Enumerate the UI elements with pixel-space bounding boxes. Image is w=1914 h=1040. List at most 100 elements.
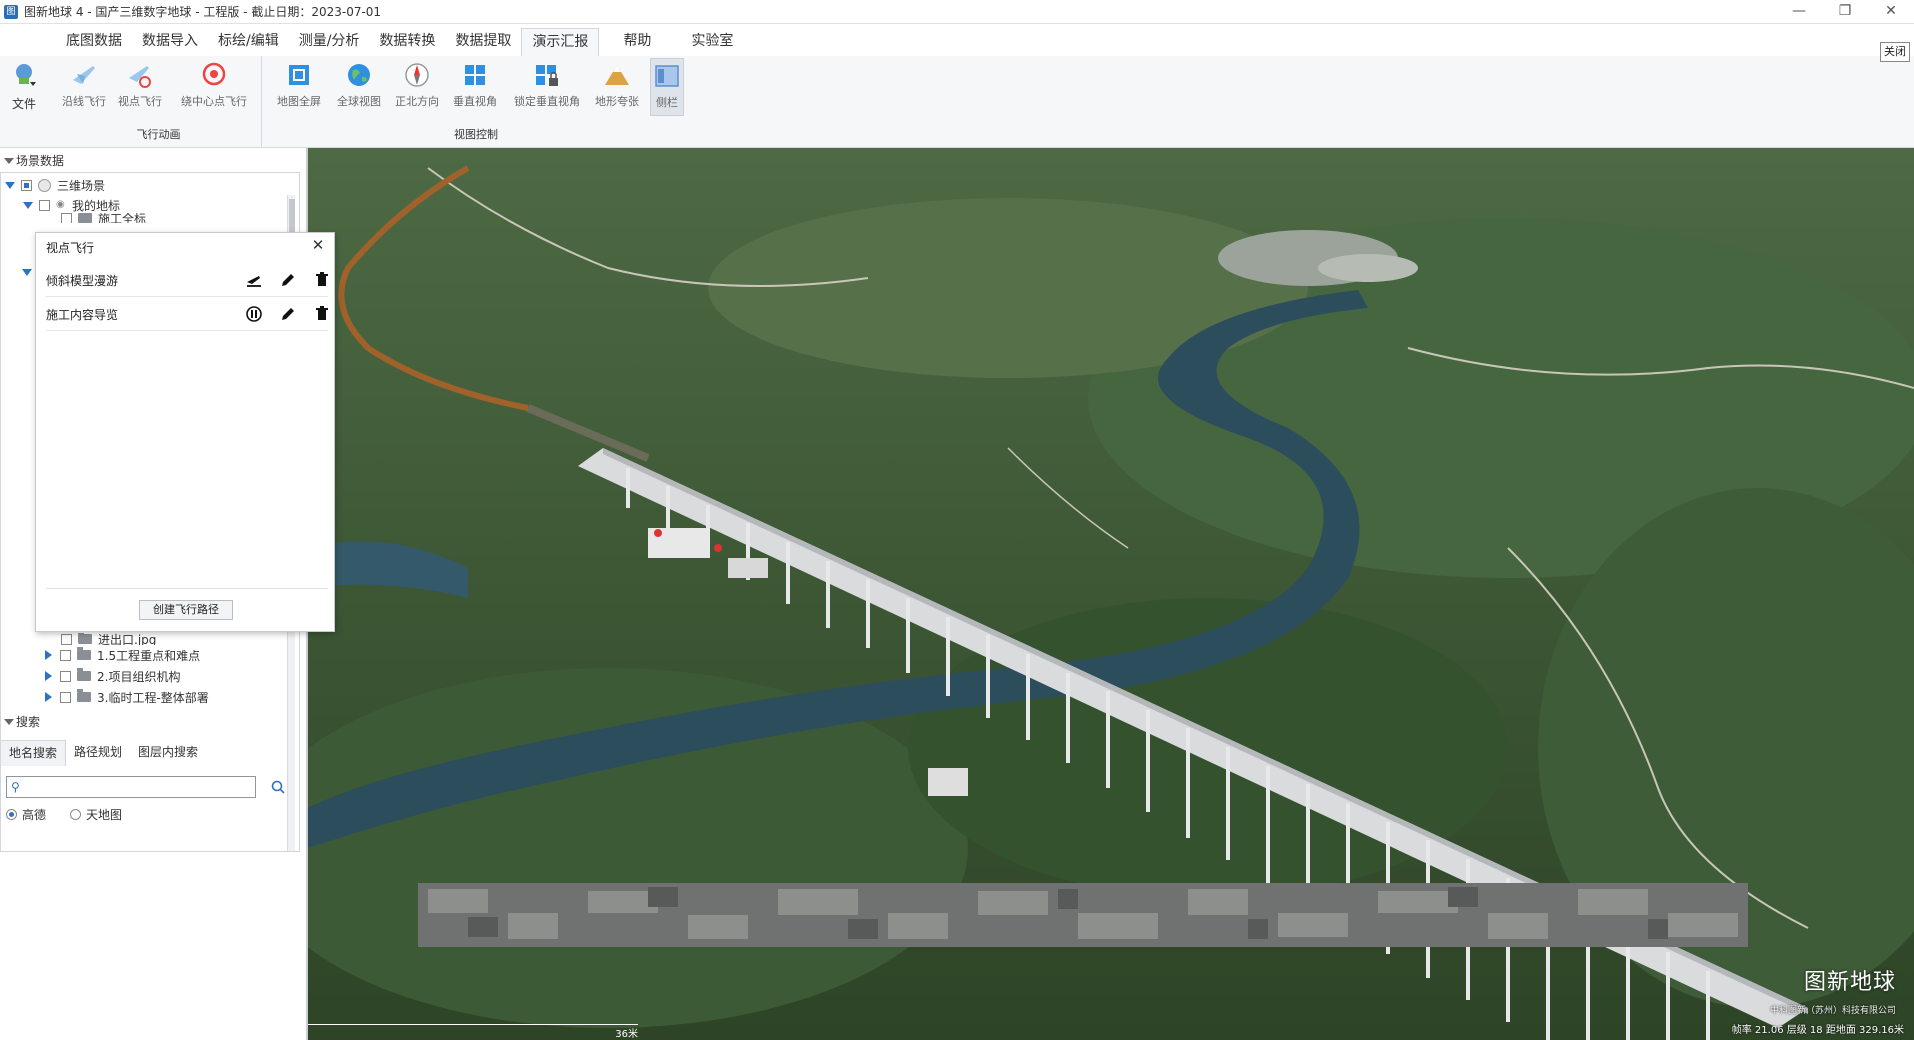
flight-row-label: 施工内容导览 [46,308,119,322]
tree-item-key-points[interactable]: 1.5工程重点和难点 [45,645,200,665]
delete-icon[interactable] [312,304,332,324]
search-input[interactable] [25,777,245,797]
lock-grid-icon [536,65,558,86]
radio-tianditu[interactable] [70,809,82,820]
flight-row[interactable]: 倾斜模型漫游 [46,263,328,297]
menu-help[interactable]: 帮助 [613,28,661,56]
checkbox[interactable] [61,633,72,645]
delete-icon[interactable] [312,270,332,290]
vertical-view-label: 垂直视角 [453,95,497,108]
viewpoint-plane-icon [129,66,151,88]
restore-button[interactable]: ❐ [1822,0,1868,24]
window-controls: — ❐ ✕ [1776,0,1914,24]
tree-item-label: 我的地标 [72,198,121,213]
watermark-subtitle: 中科图新（苏州）科技有限公司 [1769,1006,1896,1016]
scene-data-header[interactable]: 场景数据 [0,150,306,172]
expand-icon[interactable] [23,201,33,209]
terrain-exaggeration-label: 地形夸张 [595,95,639,108]
menu-import[interactable]: 数据导入 [132,28,208,56]
radio-gaode-label: 高德 [22,808,47,822]
orbit-flight-button[interactable]: 绕中心点飞行 [176,58,252,116]
flight-group-label: 飞行动画 [136,128,181,141]
close-panel-button[interactable]: 关闭 [1880,42,1910,62]
folder-icon [77,689,91,702]
checkbox[interactable] [61,213,72,223]
tab-route-planning[interactable]: 路径规划 [66,740,130,766]
flight-group: 沿线飞行 视点飞行 绕中心点飞行 飞行动画 [56,56,262,148]
search-field[interactable]: ⚲ [6,776,256,798]
plane-icon [73,66,95,84]
north-up-button[interactable]: 正北方向 [392,58,442,116]
flight-row[interactable]: 施工内容导览 [46,297,328,331]
file-label: 文件 [11,97,36,111]
tree-item-label: 2.项目组织机构 [97,669,181,684]
dialog-close-icon[interactable]: ✕ [308,235,328,255]
menu-lab[interactable]: 实验室 [681,28,743,56]
grid-icon [465,65,485,85]
collapsed-icon[interactable] [45,692,52,702]
tab-layer-search[interactable]: 图层内搜索 [130,740,206,766]
checkbox[interactable] [39,199,50,211]
radio-gaode[interactable] [6,809,17,820]
compass-icon [405,63,429,87]
edit-icon[interactable] [278,270,298,290]
tree-item-label: 进出口.jpg [98,633,157,645]
collapsed-icon[interactable] [45,650,52,660]
app-logo-icon: 图 [4,4,18,19]
lock-vertical-view-label: 锁定垂直视角 [514,95,580,108]
expand-icon[interactable] [5,181,15,189]
map-fullscreen-button[interactable]: 地图全屏 [274,58,324,116]
global-view-button[interactable]: 全球视图 [334,58,384,116]
location-pin-icon: ◉ [56,199,65,210]
menu-presentation[interactable]: 演示汇报 [521,28,600,56]
menu-bar: 底图数据 数据导入 标绘/编辑 测量/分析 数据转换 数据提取 演示汇报 帮助 … [0,24,1914,56]
vertical-view-button[interactable]: 垂直视角 [450,58,500,116]
title-bar: 图 图新地球 4 - 国产三维数字地球 - 工程版 - 截止日期：2023-07… [0,0,1914,24]
window-title: 图新地球 4 - 国产三维数字地球 - 工程版 - 截止日期：2023-07-0… [24,5,382,19]
fly-icon[interactable] [244,270,264,290]
menu-basemap[interactable]: 底图数据 [56,28,132,56]
tree-item-label: 施工全标 [98,213,147,223]
tree-item-my-placemarks[interactable]: ◉ 我的地标 [23,195,120,215]
search-icon[interactable] [270,779,286,795]
map-fullscreen-label: 地图全屏 [277,95,321,108]
lock-vertical-view-button[interactable]: 锁定垂直视角 [510,58,584,116]
close-window-button[interactable]: ✕ [1868,0,1914,24]
tree-item-organization[interactable]: 2.项目组织机构 [45,666,180,686]
redacted-region [418,883,1748,947]
tree-item-3d-scene[interactable]: 三维场景 [5,175,105,195]
folder-icon [77,647,91,660]
menu-convert[interactable]: 数据转换 [369,28,445,56]
tree-item-construction[interactable]: 施工全标 [61,213,146,223]
line-flight-button[interactable]: 沿线飞行 [62,58,106,116]
create-flight-path-button[interactable]: 创建飞行路径 [139,600,233,620]
expand-icon[interactable] [22,269,32,276]
tree-item-entrance[interactable]: 进出口.jpg [61,633,156,645]
sidebar-toggle-button[interactable]: 侧栏 [650,58,684,116]
menu-plot-edit[interactable]: 标绘/编辑 [208,28,289,56]
edit-icon[interactable] [278,304,298,324]
file-button[interactable]: 文件 [6,58,42,116]
orbit-icon [202,62,226,86]
checkbox[interactable] [60,670,71,682]
tree-item-temporary-works[interactable]: 3.临时工程-整体部署 [45,687,209,707]
checkbox[interactable] [60,691,71,703]
checkbox[interactable] [60,649,71,661]
viewpoint-flight-button[interactable]: 视点飞行 [118,58,162,116]
radio-tianditu-label: 天地图 [86,808,123,822]
menu-extract[interactable]: 数据提取 [445,28,521,56]
map-viewport[interactable]: 图新地球 中科图新（苏州）科技有限公司 36米 帧率 21.06 层级 18 距… [308,148,1914,1040]
tree-item-label: 1.5工程重点和难点 [97,648,201,663]
checkbox[interactable] [21,179,32,191]
minimize-button[interactable]: — [1776,0,1822,24]
menu-measure[interactable]: 测量/分析 [289,28,370,56]
search-header[interactable]: 搜索 [0,711,306,733]
folder-icon [77,668,91,681]
fullscreen-icon [289,65,309,85]
file-icon [16,64,36,86]
terrain-exaggeration-button[interactable]: 地形夸张 [592,58,642,116]
tab-place-search[interactable]: 地名搜索 [0,740,67,766]
watermark-title: 图新地球 [1803,970,1896,995]
pause-icon[interactable] [244,304,264,324]
collapsed-icon[interactable] [45,671,52,681]
